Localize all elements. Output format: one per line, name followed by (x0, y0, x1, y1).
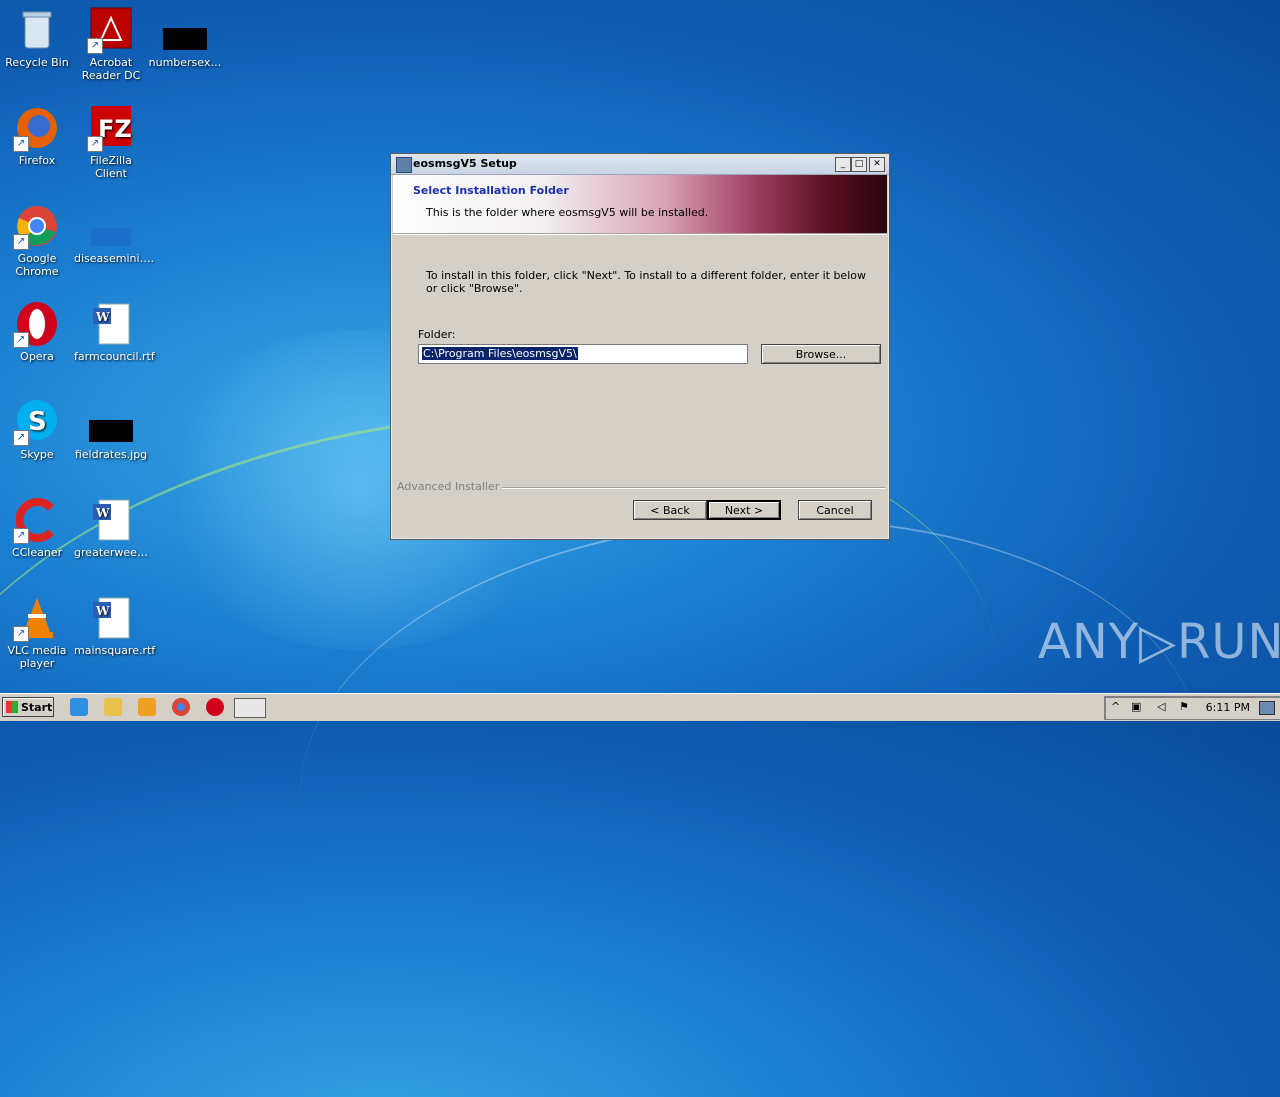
start-button[interactable]: Start (2, 697, 54, 717)
next-button[interactable]: Next > (707, 500, 781, 520)
acrobat-icon: ↗ (87, 6, 135, 54)
shortcut-arrow-icon: ↗ (13, 136, 29, 152)
desktop-icon-label: Acrobat Reader DC (81, 56, 141, 82)
image-file-icon (87, 398, 135, 446)
folder-label: Folder: (418, 328, 456, 341)
shortcut-arrow-icon: ↗ (87, 136, 103, 152)
desktop-icon-label: Google Chrome (15, 252, 59, 278)
chrome-taskbar-icon[interactable] (172, 698, 190, 716)
desktop-icon-label: Recycle Bin (5, 56, 69, 69)
svg-text:FZ: FZ (98, 115, 132, 143)
system-tray: ^ ▣ ◁ ⚑ 6:11 PM (1104, 696, 1280, 720)
internet-explorer-icon[interactable] (70, 698, 88, 716)
desktop-icon-acrobat[interactable]: ↗ Acrobat Reader DC (74, 6, 148, 82)
network-icon[interactable]: ▣ (1131, 700, 1141, 713)
svg-text:S: S (28, 407, 47, 437)
banner-divider (393, 234, 887, 235)
anyrun-watermark: ANY▷RUN (1038, 614, 1280, 670)
desktop-icon-label: greaterwee… (74, 546, 148, 559)
desktop-icon-numbersex[interactable]: numbersex… (148, 6, 222, 69)
skype-icon: S ↗ (13, 398, 61, 446)
page-subheading: This is the folder where eosmsgV5 will b… (426, 206, 709, 219)
dialog-title: eosmsgV5 Setup (413, 157, 517, 170)
ccleaner-icon: ↗ (13, 496, 61, 544)
desktop-icon-label: diseasemini…. (74, 252, 155, 265)
desktop-icon-firefox[interactable]: ↗ Firefox (0, 104, 74, 167)
svg-text:W: W (95, 506, 110, 520)
taskbar: Start ^ ▣ ◁ ⚑ 6:11 PM (0, 693, 1280, 721)
volume-icon[interactable]: ◁ (1157, 700, 1165, 713)
shortcut-arrow-icon: ↗ (13, 332, 29, 348)
file-explorer-icon[interactable] (104, 698, 122, 716)
desktop-icon-label: Skype (20, 448, 54, 461)
desktop-icon-label: Firefox (18, 154, 56, 167)
footer-brand: Advanced Installer (397, 480, 503, 493)
svg-text:W: W (95, 310, 110, 324)
shortcut-arrow-icon: ↗ (13, 528, 29, 544)
desktop-icon-chrome[interactable]: ↗ Google Chrome (0, 202, 74, 278)
setup-dialog: eosmsgV5 Setup _ □ ✕ Select Installation… (390, 153, 890, 540)
desktop-icon-vlc[interactable]: ↗ VLC media player (0, 594, 74, 670)
minimize-button[interactable]: _ (835, 157, 851, 172)
folder-input-value: C:\Program Files\eosmsgV5\ (422, 347, 578, 360)
desktop-icon-skype[interactable]: S ↗ Skype (0, 398, 74, 461)
tray-arrow-icon[interactable]: ^ (1111, 700, 1120, 713)
file-icon (87, 202, 135, 250)
action-center-flag-icon[interactable]: ⚑ (1179, 700, 1189, 713)
desktop-icon-opera[interactable]: ↗ Opera (0, 300, 74, 363)
chrome-icon: ↗ (13, 202, 61, 250)
desktop-icon-label: FileZilla Client (90, 154, 132, 180)
word-document-icon: W (87, 300, 135, 348)
desktop-icon-label: Opera (20, 350, 54, 363)
shortcut-arrow-icon: ↗ (13, 430, 29, 446)
shortcut-arrow-icon: ↗ (13, 626, 29, 642)
wallpaper-swoosh-secondary (283, 489, 1217, 1053)
close-button[interactable]: ✕ (869, 157, 885, 172)
show-desktop-icon[interactable] (1259, 701, 1275, 715)
start-label: Start (21, 701, 53, 714)
shortcut-arrow-icon: ↗ (87, 38, 103, 54)
desktop-icon-label: fieldrates.jpg (74, 448, 148, 461)
desktop-icon-label: mainsquare.rtf (74, 644, 156, 657)
desktop-icon-filezilla[interactable]: FZ ↗ FileZilla Client (74, 104, 148, 180)
file-icon (161, 6, 209, 54)
installer-icon (396, 157, 412, 173)
desktop-icon-greaterwee[interactable]: W greaterwee… (74, 496, 148, 559)
svg-text:W: W (95, 604, 110, 618)
folder-input[interactable]: C:\Program Files\eosmsgV5\ (418, 344, 748, 364)
word-document-icon: W (87, 496, 135, 544)
installer-taskbar-button[interactable] (234, 698, 266, 718)
media-player-icon[interactable] (138, 698, 156, 716)
desktop-icon-fieldrates[interactable]: fieldrates.jpg (74, 398, 148, 461)
shortcut-arrow-icon: ↗ (13, 234, 29, 250)
windows-logo-icon (6, 701, 18, 713)
desktop-icon-diseasemini[interactable]: diseasemini…. (74, 202, 155, 265)
instructions-text: To install in this folder, click "Next".… (426, 269, 866, 295)
desktop-icon-label: CCleaner (11, 546, 63, 559)
filezilla-icon: FZ ↗ (87, 104, 135, 152)
desktop-icon-label: farmcouncil.rtf (74, 350, 155, 363)
recycle-bin-icon (13, 6, 61, 54)
opera-icon: ↗ (13, 300, 61, 348)
dialog-titlebar[interactable]: eosmsgV5 Setup _ □ ✕ (391, 154, 889, 175)
back-button[interactable]: < Back (633, 500, 707, 520)
desktop-icon-farmcouncil[interactable]: W farmcouncil.rtf (74, 300, 155, 363)
dialog-banner: Select Installation Folder This is the f… (393, 175, 887, 234)
clock[interactable]: 6:11 PM (1206, 701, 1250, 714)
desktop-icon-label: VLC media player (7, 644, 67, 670)
cancel-button[interactable]: Cancel (798, 500, 872, 520)
desktop-icon-label: numbersex… (148, 56, 222, 69)
page-heading: Select Installation Folder (413, 184, 569, 197)
vlc-icon: ↗ (13, 594, 61, 642)
opera-taskbar-icon[interactable] (206, 698, 224, 716)
desktop-icon-recycle-bin[interactable]: Recycle Bin (0, 6, 74, 69)
word-document-icon: W (87, 594, 135, 642)
maximize-button[interactable]: □ (851, 157, 867, 172)
desktop-icon-mainsquare[interactable]: W mainsquare.rtf (74, 594, 156, 657)
firefox-icon: ↗ (13, 104, 61, 152)
browse-button[interactable]: Browse... (761, 344, 881, 364)
desktop-icon-ccleaner[interactable]: ↗ CCleaner (0, 496, 74, 559)
